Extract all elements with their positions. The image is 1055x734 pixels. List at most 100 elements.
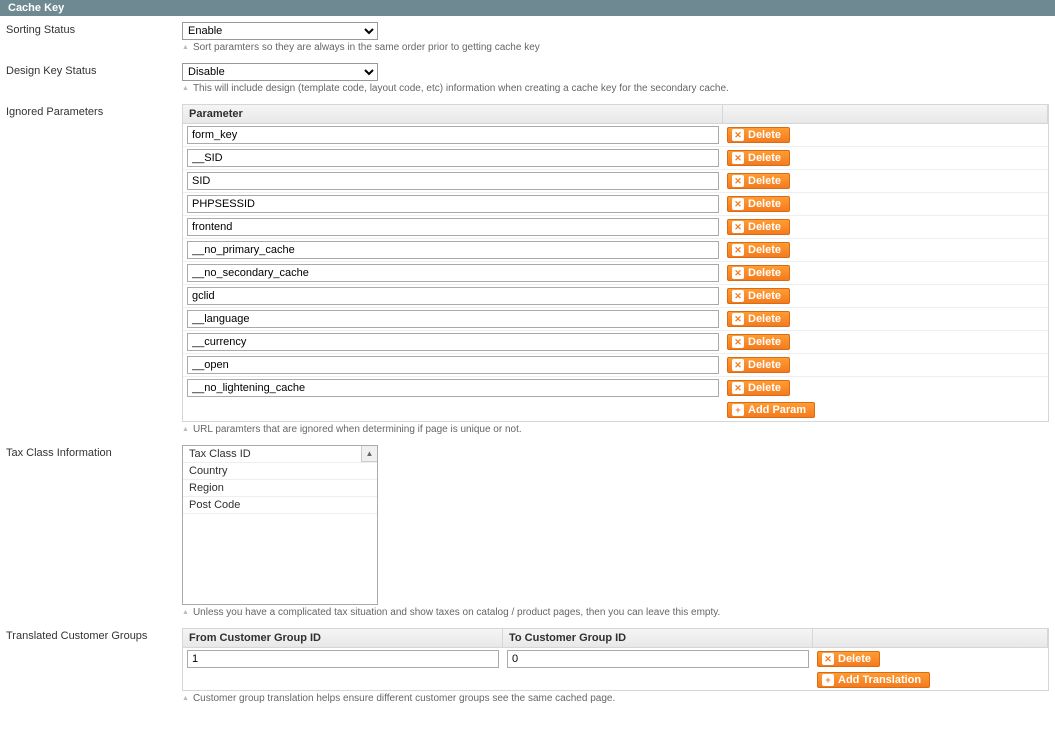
form-area: Sorting Status Enable Sort paramters so … [0,16,1055,734]
param-input[interactable] [187,356,719,374]
delete-label: Delete [748,175,781,187]
ignored-param-row: ✕Delete [183,239,1048,262]
param-input[interactable] [187,310,719,328]
delete-param-button[interactable]: ✕ Delete [727,334,790,350]
row-add-translation: + Add Translation [183,670,1048,690]
row-tax-class: Tax Class Information Tax Class IDCountr… [0,445,1049,618]
delete-param-button[interactable]: ✕ Delete [727,150,790,166]
from-group-input[interactable] [187,650,499,668]
ignored-param-row: ✕ Delete [183,193,1048,216]
section-title: Cache Key [8,2,64,14]
ignored-param-row: ✕ Delete [183,124,1048,147]
delete-param-button[interactable]: ✕ Delete [727,196,790,212]
tax-class-option[interactable]: Tax Class ID [183,446,377,463]
multiselect-tax-class[interactable]: Tax Class IDCountryRegionPost Code ▲ [182,445,378,605]
delete-param-button[interactable]: ✕ Delete [727,127,790,143]
row-design-key: Design Key Status Disable This will incl… [0,63,1049,94]
tax-class-option[interactable]: Region [183,480,377,497]
delete-icon: ✕ [732,221,744,233]
tax-class-option[interactable]: Country [183,463,377,480]
delete-label: Delete [748,290,781,302]
param-input[interactable] [187,287,719,305]
delete-param-button[interactable]: ✕ Delete [727,288,790,304]
ignored-param-row: ✕ Delete [183,308,1048,331]
row-sorting-status: Sorting Status Enable Sort paramters so … [0,22,1049,53]
select-sorting-status[interactable]: Enable [182,22,378,40]
delete-label: Delete [838,653,871,665]
hint-translated-groups: Customer group translation helps ensure … [182,693,1049,704]
param-input[interactable] [187,333,719,351]
row-ignored-params: Ignored Parameters Parameter ✕ Delete ✕ Del… [0,104,1049,435]
delete-icon: ✕ [732,313,744,325]
param-input[interactable] [187,126,719,144]
label-tax-class: Tax Class Information [0,445,182,459]
param-input[interactable] [187,264,719,282]
param-input[interactable] [187,195,719,213]
hint-design-key: This will include design (template code,… [182,83,1049,94]
delete-param-button[interactable]: ✕Delete [727,357,790,373]
param-input[interactable] [187,149,719,167]
ignored-param-row: ✕ Delete [183,262,1048,285]
th-to-group: To Customer Group ID [503,629,813,647]
section-header: Cache Key [0,0,1055,16]
plus-icon: + [732,404,744,416]
delete-param-button[interactable]: ✕Delete [727,242,790,258]
to-group-input[interactable] [507,650,809,668]
ignored-param-row: ✕ Delete [183,285,1048,308]
add-translation-button[interactable]: + Add Translation [817,672,930,688]
row-add-param: + Add Param [183,399,1048,421]
delete-icon: ✕ [732,198,744,210]
delete-label: Delete [748,382,781,394]
th-action-blank [723,105,1048,123]
delete-label: Delete [748,198,781,210]
row-translated-groups: Translated Customer Groups From Customer… [0,628,1049,704]
delete-icon: ✕ [732,129,744,141]
add-param-button[interactable]: + Add Param [727,402,815,418]
grid-ignored-params: Parameter ✕ Delete ✕ Delete ✕ Delete ✕ Delete ✕ D… [182,104,1049,422]
delete-param-button[interactable]: ✕ Delete [727,265,790,281]
label-design-key: Design Key Status [0,63,182,77]
hint-sorting-status: Sort paramters so they are always in the… [182,42,1049,53]
th-from-group: From Customer Group ID [183,629,503,647]
delete-icon: ✕ [732,382,744,394]
delete-param-button[interactable]: ✕ Delete [727,311,790,327]
delete-label: Delete [748,129,781,141]
select-design-key[interactable]: Disable [182,63,378,81]
label-ignored-params: Ignored Parameters [0,104,182,118]
delete-label: Delete [748,221,781,233]
label-sorting-status: Sorting Status [0,22,182,36]
grid-header-ignored: Parameter [183,105,1048,124]
th-parameter: Parameter [183,105,723,123]
delete-icon: ✕ [732,290,744,302]
param-input[interactable] [187,218,719,236]
delete-icon: ✕ [732,336,744,348]
hint-tax-class: Unless you have a complicated tax situat… [182,607,1049,618]
ignored-param-row: ✕ Delete [183,331,1048,354]
ignored-param-row: ✕ Delete [183,147,1048,170]
delete-label: Delete [748,336,781,348]
tax-class-option[interactable]: Post Code [183,497,377,514]
delete-param-button[interactable]: ✕ Delete [727,380,790,396]
param-input[interactable] [187,172,719,190]
delete-translation-button[interactable]: ✕ Delete [817,651,880,667]
delete-param-button[interactable]: ✕ Delete [727,219,790,235]
ignored-param-row: ✕ Delete [183,170,1048,193]
translated-group-row: ✕ Delete [183,648,1048,670]
delete-param-button[interactable]: ✕ Delete [727,173,790,189]
delete-label: Delete [748,313,781,325]
ignored-param-row: ✕Delete [183,354,1048,377]
delete-icon: ✕ [732,152,744,164]
delete-icon: ✕ [732,267,744,279]
delete-label: Delete [748,267,781,279]
param-input[interactable] [187,379,719,397]
label-translated-groups: Translated Customer Groups [0,628,182,642]
delete-icon: ✕ [822,653,834,665]
delete-label: Delete [748,152,781,164]
delete-icon: ✕ [732,359,744,371]
hint-ignored-params: URL paramters that are ignored when dete… [182,424,1049,435]
delete-icon: ✕ [732,175,744,187]
scroll-up-icon[interactable]: ▲ [361,446,377,462]
delete-label: Delete [748,244,781,256]
ignored-param-row: ✕ Delete [183,377,1048,399]
param-input[interactable] [187,241,719,259]
